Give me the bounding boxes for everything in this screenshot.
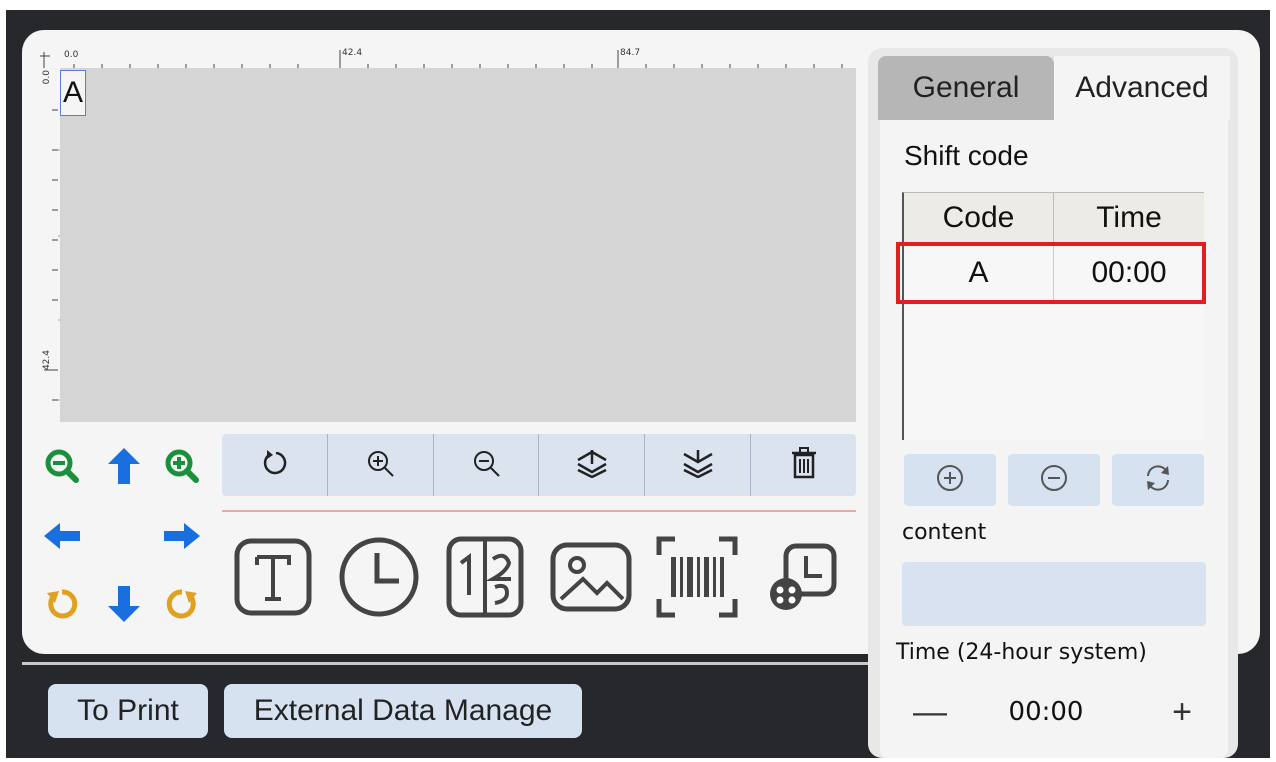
canvas-text-item[interactable]: A — [60, 70, 86, 116]
to-print-button[interactable]: To Print — [48, 684, 208, 738]
insert-image-button[interactable] — [546, 534, 636, 624]
time-label: Time (24-hour system) — [896, 640, 1147, 665]
layer-up-button[interactable] — [539, 434, 646, 496]
ruler-left: 0.0 42.4 — [40, 70, 80, 422]
ruler-label: 0.0 — [42, 70, 52, 85]
zoom-out-icon[interactable] — [42, 446, 82, 486]
ruler-label: 42.4 — [342, 48, 363, 58]
column-header-code: Code — [904, 193, 1054, 243]
clock-icon — [337, 535, 421, 624]
rotate-right-icon[interactable] — [162, 584, 202, 624]
add-row-button[interactable] — [904, 454, 996, 506]
shift-time-icon — [766, 540, 840, 619]
refresh-icon — [1142, 462, 1174, 499]
insert-barcode-button[interactable] — [652, 534, 742, 624]
shift-code-table: Code Time A 00:00 — [902, 192, 1204, 440]
tab-general[interactable]: General — [878, 56, 1054, 120]
shift-code-title: Shift code — [904, 140, 1029, 171]
remove-row-button[interactable] — [1008, 454, 1100, 506]
time-value[interactable]: 00:00 — [996, 692, 1096, 732]
reset-button[interactable] — [222, 434, 328, 496]
zoom-out-icon — [471, 448, 501, 483]
ruler-label: 42.4 — [42, 350, 52, 371]
divider — [22, 662, 874, 665]
insert-text-button[interactable] — [228, 534, 318, 624]
app-window: 0.0 42.4 84.7 0.0 42.4 A To Print Extern… — [0, 0, 1276, 762]
print-canvas[interactable] — [60, 68, 856, 422]
zoom-in-icon[interactable] — [162, 446, 202, 486]
image-icon — [549, 541, 633, 618]
content-input[interactable] — [902, 562, 1206, 626]
zoom-out-button[interactable] — [434, 434, 540, 496]
content-label: content — [902, 520, 987, 545]
layer-down-icon — [681, 448, 715, 483]
external-data-button[interactable]: External Data Manage — [224, 684, 582, 738]
counter-icon — [445, 535, 525, 624]
ruler-label: 84.7 — [620, 48, 641, 58]
barcode-icon — [655, 535, 739, 624]
arrow-left-icon[interactable] — [42, 516, 82, 556]
rotate-left-icon[interactable] — [42, 584, 82, 624]
arrow-up-icon[interactable] — [104, 446, 144, 486]
arrow-down-icon[interactable] — [104, 584, 144, 624]
tab-advanced[interactable]: Advanced — [1054, 56, 1230, 120]
layer-down-button[interactable] — [645, 434, 752, 496]
zoom-in-button[interactable] — [328, 434, 434, 496]
column-header-time: Time — [1054, 193, 1204, 243]
toolbar-divider — [222, 510, 856, 512]
zoom-in-icon — [365, 448, 395, 483]
delete-button[interactable] — [751, 434, 856, 496]
text-icon — [233, 537, 313, 622]
plus-circle-icon — [935, 463, 965, 498]
selected-row-highlight — [896, 242, 1206, 304]
trash-icon — [790, 446, 818, 484]
minus-circle-icon — [1039, 463, 1069, 498]
arrow-right-icon[interactable] — [162, 516, 202, 556]
insert-counter-button[interactable] — [440, 534, 530, 624]
insert-time-button[interactable] — [334, 534, 424, 624]
edit-toolbar — [222, 434, 856, 496]
ruler-top: 0.0 42.4 84.7 — [40, 42, 856, 70]
insert-shift-button[interactable] — [758, 534, 848, 624]
ruler-label: 0.0 — [64, 50, 79, 60]
layer-up-icon — [575, 448, 609, 483]
ruler-top-ticks — [40, 50, 843, 68]
refresh-rows-button[interactable] — [1112, 454, 1204, 506]
time-decrease-button[interactable]: — — [908, 690, 952, 734]
time-increase-button[interactable]: + — [1160, 690, 1204, 734]
refresh-icon — [259, 448, 289, 483]
